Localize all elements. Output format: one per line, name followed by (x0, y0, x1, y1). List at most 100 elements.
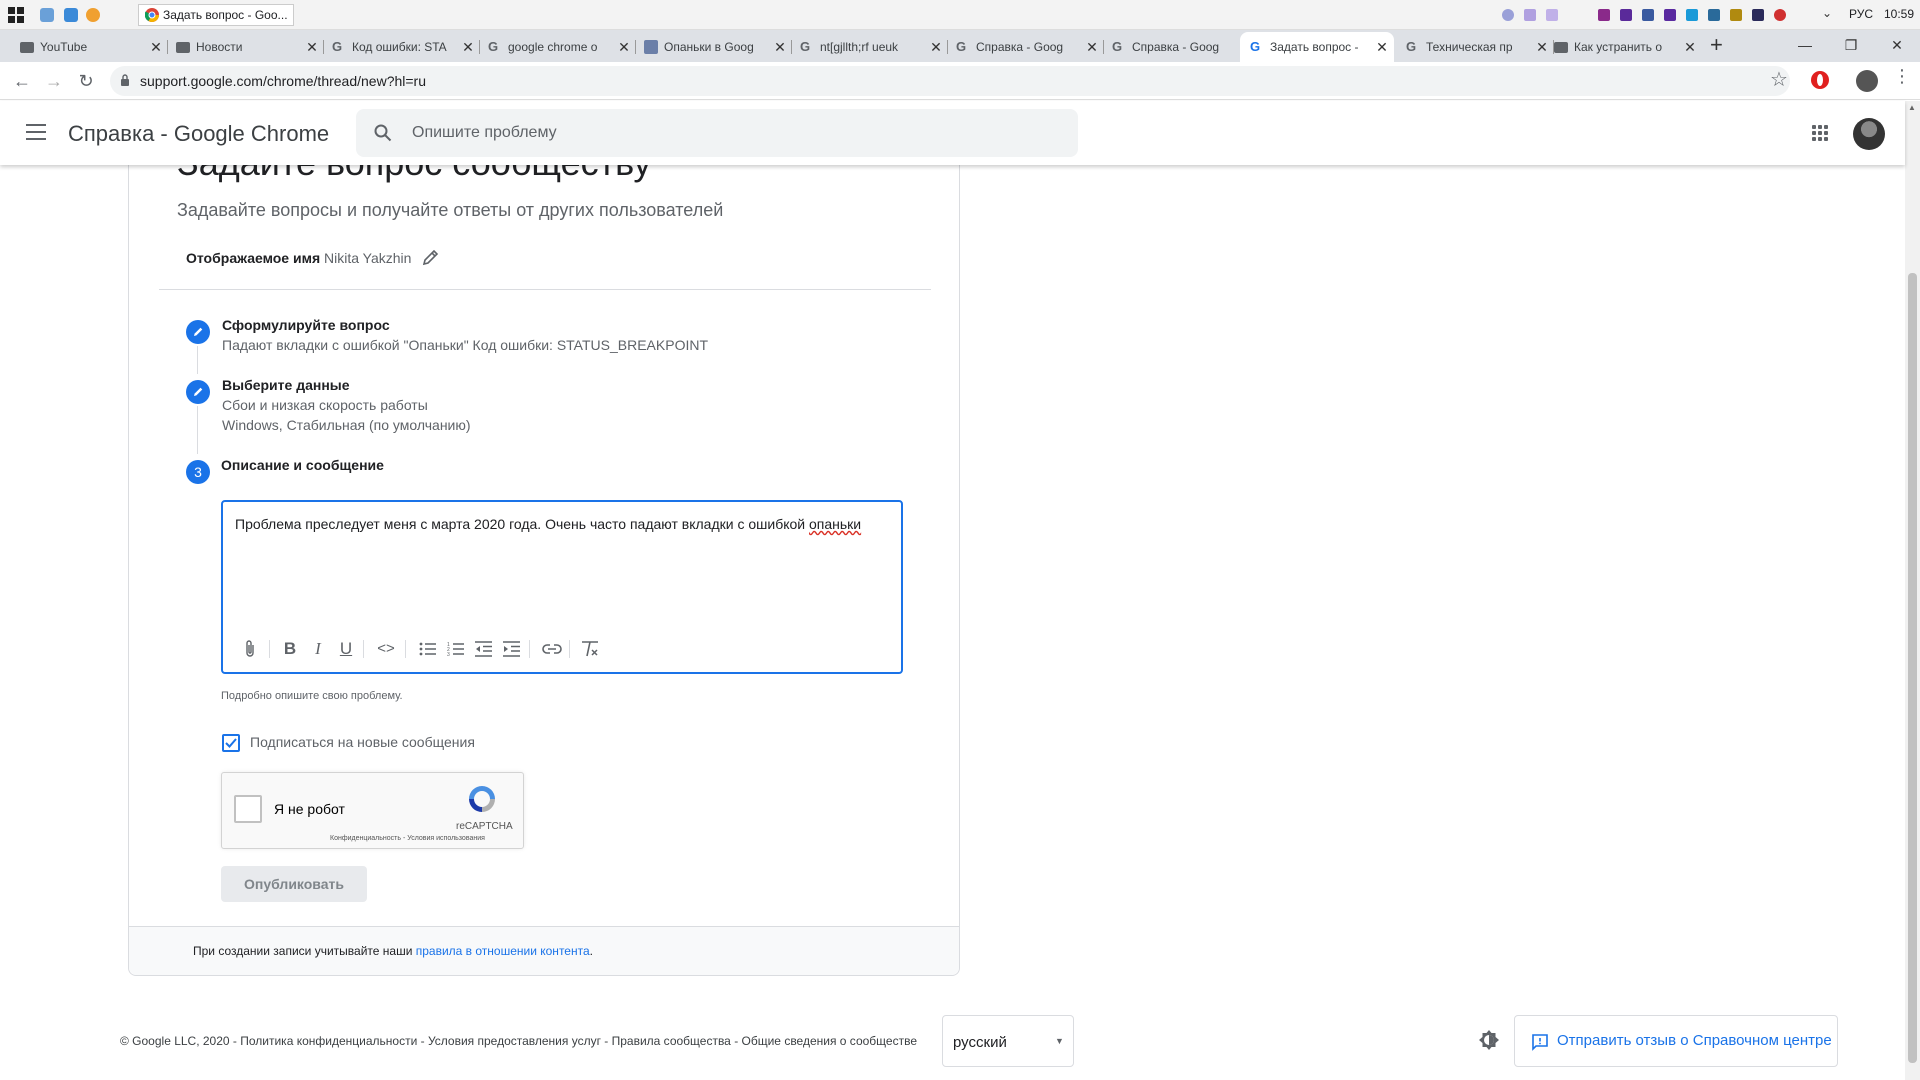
code-icon[interactable]: <> (373, 634, 399, 664)
browser-tab[interactable]: Опаньки в Goog ✕ (634, 32, 792, 62)
forward-button[interactable]: → (42, 70, 66, 92)
footer-links[interactable]: © Google LLC, 2020 - Политика конфиденци… (120, 1034, 917, 1048)
close-icon[interactable]: ✕ (1374, 32, 1390, 62)
browser-tab-active[interactable]: G Задать вопрос - ✕ (1240, 32, 1394, 62)
indent-icon[interactable] (499, 634, 525, 664)
editor-content[interactable]: Проблема преследует меня с марта 2020 го… (235, 516, 861, 532)
input-language[interactable]: РУС (1849, 7, 1873, 21)
scrollbar-thumb[interactable] (1908, 273, 1917, 1063)
subscribe-label[interactable]: Подписаться на новые сообщения (250, 734, 475, 750)
step-title: Выберите данные (222, 377, 350, 393)
taskbar-app-icon[interactable] (64, 8, 78, 22)
folder-icon (176, 42, 190, 53)
tray-icon[interactable] (1774, 9, 1786, 21)
misspelled-word[interactable]: опаньки (809, 516, 861, 532)
clear-formatting-icon[interactable] (577, 634, 603, 664)
search-icon[interactable] (374, 124, 392, 142)
browser-tab[interactable]: G nt[gjllth;rf ueuk ✕ (790, 32, 948, 62)
back-button[interactable]: ← (10, 70, 34, 92)
reload-button[interactable]: ↻ (74, 70, 98, 92)
taskbar-app-icon[interactable] (40, 8, 54, 22)
minimize-button[interactable]: — (1782, 30, 1828, 60)
browser-tab[interactable]: G Справка - Goog ✕ (946, 32, 1104, 62)
browser-profile-avatar[interactable] (1856, 70, 1878, 92)
numbered-list-icon[interactable]: 123 (443, 634, 469, 664)
pencil-icon[interactable] (421, 247, 441, 267)
tray-icon[interactable] (1708, 9, 1720, 21)
tray-icon[interactable] (1620, 9, 1632, 21)
bold-icon[interactable]: B (277, 634, 303, 664)
browser-tab[interactable]: G Код ошибки: STA ✕ (322, 32, 480, 62)
more-vert-icon[interactable]: ⋮ (1893, 66, 1911, 87)
step-connector (197, 406, 198, 454)
account-avatar[interactable] (1853, 118, 1885, 150)
tray-icon[interactable] (1730, 9, 1742, 21)
star-icon[interactable]: ☆ (1770, 67, 1788, 92)
close-icon[interactable]: ✕ (1084, 32, 1100, 62)
tray-icon[interactable] (1664, 9, 1676, 21)
tray-icon[interactable] (1502, 9, 1514, 21)
bulleted-list-icon[interactable] (415, 634, 441, 664)
taskbar-app-icon[interactable] (86, 8, 100, 22)
close-icon[interactable]: ✕ (772, 32, 788, 62)
address-bar[interactable]: support.google.com/chrome/thread/new?hl=… (110, 66, 1790, 96)
tray-icon[interactable] (1752, 9, 1764, 21)
step-detail: Падают вкладки с ошибкой "Опаньки" Код о… (222, 337, 709, 353)
browser-tab[interactable]: G Справка - Goog ✕ (1102, 32, 1260, 62)
language-select[interactable]: русский ▼ (942, 1015, 1074, 1067)
chevron-down-icon[interactable]: ⌄ (1822, 6, 1832, 20)
tray-icon[interactable] (1686, 9, 1698, 21)
search-input[interactable] (412, 109, 1052, 157)
taskbar-active-window[interactable]: Задать вопрос - Goo... (138, 4, 294, 26)
close-icon[interactable]: ✕ (1682, 32, 1698, 62)
close-window-button[interactable]: ✕ (1874, 30, 1920, 60)
tray-icon[interactable] (1598, 9, 1610, 21)
browser-tab[interactable]: G google chrome о ✕ (478, 32, 636, 62)
url-text[interactable]: support.google.com/chrome/thread/new?hl=… (140, 66, 426, 96)
outdent-icon[interactable] (471, 634, 497, 664)
close-icon[interactable]: ✕ (304, 32, 320, 62)
link-icon[interactable] (539, 634, 565, 664)
dark-theme-icon[interactable] (1478, 1029, 1500, 1051)
google-icon: G (488, 39, 499, 54)
recaptcha-brand: reCAPTCHA (456, 821, 513, 832)
windows-start-icon[interactable] (8, 7, 24, 23)
help-center-title[interactable]: Справка - Google Chrome (68, 121, 329, 147)
close-icon[interactable]: ✕ (148, 32, 164, 62)
underline-icon[interactable]: U (333, 634, 359, 664)
close-icon[interactable]: ✕ (928, 32, 944, 62)
step-edit-icon[interactable] (186, 380, 210, 404)
menu-icon[interactable] (26, 124, 46, 140)
tab-label: Справка - Goog (976, 40, 1064, 54)
attach-icon[interactable] (237, 634, 263, 664)
browser-tab[interactable]: Как устранить о ✕ (1544, 32, 1702, 62)
close-icon[interactable]: ✕ (460, 32, 476, 62)
new-tab-button[interactable]: + (1710, 30, 1723, 60)
browser-toolbar: ← → ↻ support.google.com/chrome/thread/n… (0, 62, 1920, 100)
italic-icon[interactable]: I (305, 634, 331, 664)
google-icon: G (1112, 39, 1123, 54)
tray-icon[interactable] (1546, 9, 1558, 21)
restore-button[interactable]: ❐ (1828, 30, 1874, 60)
recaptcha-links[interactable]: Конфиденциальность - Условия использован… (330, 835, 485, 842)
tray-icon[interactable] (1642, 9, 1654, 21)
page-scrollbar[interactable]: ▲ (1905, 101, 1920, 1080)
system-clock[interactable]: 10:59 (1884, 7, 1914, 21)
content-policy-link[interactable]: правила в отношении контента (416, 944, 590, 958)
scroll-up-arrow-icon[interactable]: ▲ (1908, 103, 1916, 112)
apps-icon[interactable] (1812, 125, 1828, 141)
opera-extension-icon[interactable] (1811, 71, 1829, 89)
send-feedback-button[interactable]: Отправить отзыв о Справочном центре (1514, 1015, 1838, 1067)
browser-tab[interactable]: Новости ✕ (166, 32, 324, 62)
subscribe-checkbox[interactable] (222, 734, 240, 752)
tray-icon[interactable] (1524, 9, 1536, 21)
close-icon[interactable]: ✕ (616, 32, 632, 62)
browser-tab[interactable]: G Техническая пр ✕ (1396, 32, 1554, 62)
recaptcha-widget: Я не робот reCAPTCHA Конфиденциальность … (221, 772, 524, 849)
publish-button[interactable]: Опубликовать (221, 866, 367, 902)
message-editor[interactable]: Проблема преследует меня с марта 2020 го… (221, 500, 903, 674)
step-edit-icon[interactable] (186, 320, 210, 344)
recaptcha-checkbox[interactable] (234, 795, 262, 823)
google-icon: G (1250, 39, 1261, 54)
browser-tab[interactable]: YouTube ✕ (10, 32, 168, 62)
